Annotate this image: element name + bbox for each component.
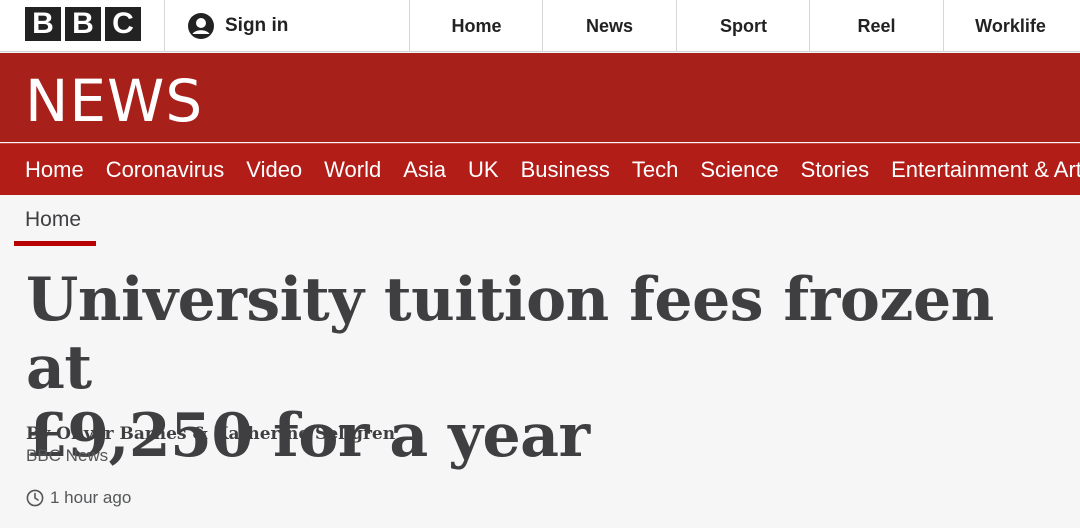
timestamp-label: 1 hour ago	[50, 488, 132, 507]
topnav-home[interactable]: Home	[410, 0, 543, 52]
bbc-logo-block: B	[65, 7, 101, 41]
topnav-news[interactable]: News	[543, 0, 676, 52]
bbc-logo-block: B	[25, 7, 61, 41]
user-icon	[188, 13, 214, 39]
section-nav-item-uk[interactable]: UK	[468, 157, 499, 183]
section-nav-item-entertainment[interactable]: Entertainment & Arts	[891, 157, 1080, 183]
bbc-masthead: B B C Sign in Home News Sport Reel Workl…	[0, 0, 1080, 52]
article-timestamp: 1 hour ago	[26, 488, 131, 508]
breadcrumb-active-indicator	[14, 241, 96, 246]
news-logo[interactable]: NEWS	[25, 72, 203, 130]
topnav-worklife[interactable]: Worklife	[944, 0, 1077, 52]
article-source: BBC News	[26, 446, 109, 465]
section-nav-item-video[interactable]: Video	[246, 157, 302, 183]
clock-icon	[26, 489, 44, 507]
masthead-divider	[164, 0, 165, 52]
news-banner: NEWS	[0, 53, 1080, 142]
section-nav-item-science[interactable]: Science	[700, 157, 778, 183]
headline-line: University tuition fees frozen at	[26, 265, 994, 403]
signin-label: Sign in	[225, 15, 289, 36]
signin-button[interactable]: Sign in	[188, 0, 288, 52]
article-byline: By Oliver Barnes & Katherine Sellgren	[26, 424, 396, 444]
section-nav-item-home[interactable]: Home	[25, 157, 84, 183]
bbc-logo-block: C	[105, 7, 141, 41]
bbc-logo[interactable]: B B C	[25, 7, 141, 41]
section-nav-item-coronavirus[interactable]: Coronavirus	[106, 157, 225, 183]
section-nav-item-business[interactable]: Business	[521, 157, 610, 183]
section-nav-item-asia[interactable]: Asia	[403, 157, 446, 183]
topnav-sport[interactable]: Sport	[677, 0, 810, 52]
section-nav-item-tech[interactable]: Tech	[632, 157, 678, 183]
breadcrumb-home[interactable]: Home	[25, 208, 81, 232]
section-nav-item-stories[interactable]: Stories	[801, 157, 869, 183]
section-nav-item-world[interactable]: World	[324, 157, 381, 183]
topnav-reel[interactable]: Reel	[810, 0, 943, 52]
section-nav: Home Coronavirus Video World Asia UK Bus…	[0, 143, 1080, 195]
